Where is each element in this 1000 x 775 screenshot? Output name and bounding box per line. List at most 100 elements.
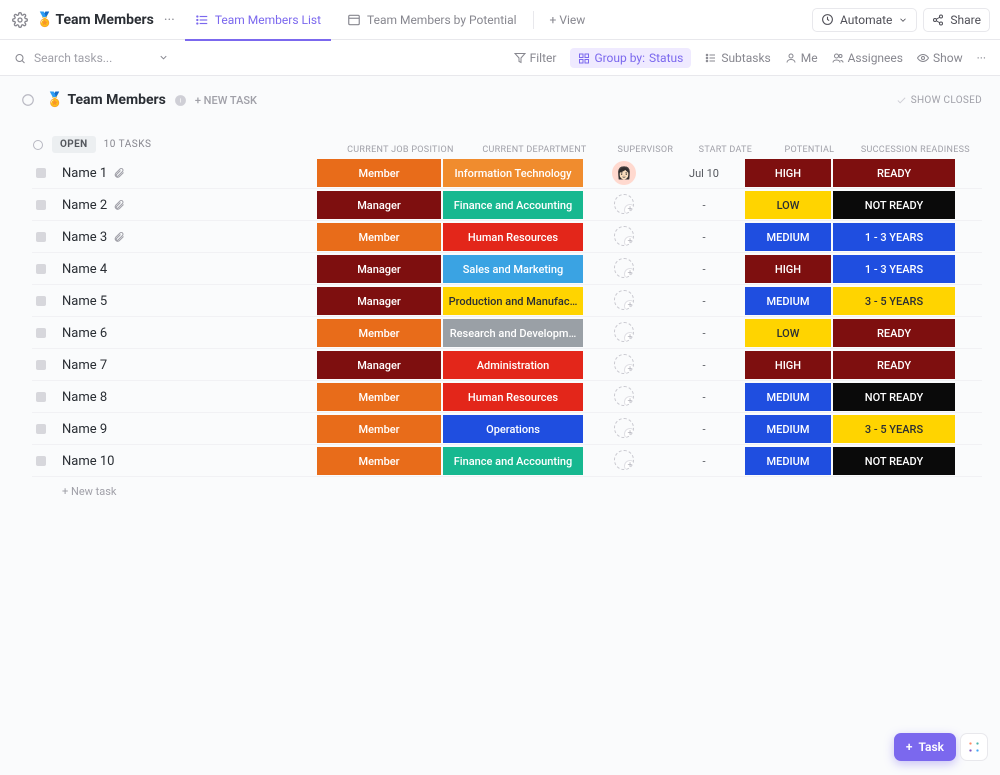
table-row[interactable]: Name 8MemberHuman Resources-MEDIUMNOT RE… — [32, 381, 982, 413]
supervisor-cell[interactable]: 👩🏻 — [584, 161, 664, 185]
status-square-icon[interactable] — [36, 232, 46, 242]
position-tag[interactable]: Manager — [317, 351, 441, 379]
readiness-tag[interactable]: 1 - 3 YEARS — [833, 255, 955, 283]
attachment-icon[interactable] — [113, 199, 125, 211]
assign-avatar-icon[interactable] — [614, 290, 634, 310]
supervisor-cell[interactable] — [584, 386, 664, 409]
readiness-tag[interactable]: READY — [833, 159, 955, 187]
app-settings-icon[interactable] — [10, 10, 30, 30]
start-date-cell[interactable]: - — [664, 455, 744, 468]
department-tag[interactable]: Administration — [443, 351, 583, 379]
position-tag[interactable]: Member — [317, 223, 441, 251]
potential-tag[interactable]: HIGH — [745, 159, 831, 187]
supervisor-cell[interactable] — [584, 258, 664, 281]
department-tag[interactable]: Sales and Marketing — [443, 255, 583, 283]
potential-tag[interactable]: MEDIUM — [745, 223, 831, 251]
column-header[interactable]: CURRENT JOB POSITION — [337, 145, 463, 155]
assign-avatar-icon[interactable] — [614, 226, 634, 246]
position-tag[interactable]: Member — [317, 383, 441, 411]
show-closed-button[interactable]: SHOW CLOSED — [896, 95, 982, 106]
department-tag[interactable]: Research and Developm… — [443, 319, 583, 347]
section-collapse-icon[interactable] — [18, 90, 38, 110]
position-tag[interactable]: Member — [317, 415, 441, 443]
column-header[interactable]: START DATE — [685, 145, 765, 155]
position-tag[interactable]: Member — [317, 159, 441, 187]
start-date-cell[interactable]: - — [664, 327, 744, 340]
position-tag[interactable]: Manager — [317, 255, 441, 283]
column-header[interactable]: SUCCESSION READINESS — [853, 145, 977, 155]
info-icon[interactable]: i — [174, 94, 187, 107]
automate-button[interactable]: Automate — [812, 8, 917, 32]
potential-tag[interactable]: MEDIUM — [745, 383, 831, 411]
assign-avatar-icon[interactable] — [614, 450, 634, 470]
status-square-icon[interactable] — [36, 264, 46, 274]
start-date-cell[interactable]: - — [664, 423, 744, 436]
status-square-icon[interactable] — [36, 456, 46, 466]
assign-avatar-icon[interactable] — [614, 354, 634, 374]
table-row[interactable]: Name 7ManagerAdministration-HIGHREADY — [32, 349, 982, 381]
chevron-down-icon[interactable] — [158, 52, 170, 64]
new-task-row[interactable]: + New task — [32, 477, 982, 498]
avatar[interactable]: 👩🏻 — [612, 161, 636, 185]
supervisor-cell[interactable] — [584, 194, 664, 217]
attachment-icon[interactable] — [113, 167, 125, 179]
task-name-cell[interactable]: Name 9 — [56, 422, 316, 437]
position-tag[interactable]: Member — [317, 447, 441, 475]
search-input[interactable] — [32, 50, 152, 66]
assignees-button[interactable]: Assignees — [832, 51, 903, 65]
task-name-cell[interactable]: Name 8 — [56, 390, 316, 405]
status-square-icon[interactable] — [36, 200, 46, 210]
readiness-tag[interactable]: 1 - 3 YEARS — [833, 223, 955, 251]
readiness-tag[interactable]: READY — [833, 351, 955, 379]
assign-avatar-icon[interactable] — [614, 258, 634, 278]
show-button[interactable]: Show — [917, 51, 963, 65]
breadcrumb[interactable]: 🏅 Team Members — [36, 12, 154, 28]
start-date-cell[interactable]: - — [664, 295, 744, 308]
section-title[interactable]: 🏅 Team Members — [46, 92, 166, 108]
readiness-tag[interactable]: 3 - 5 YEARS — [833, 415, 955, 443]
table-row[interactable]: Name 9MemberOperations -MEDIUM3 - 5 YEARS — [32, 413, 982, 445]
department-tag[interactable]: Operations — [443, 415, 583, 443]
status-square-icon[interactable] — [36, 168, 46, 178]
position-tag[interactable]: Manager — [317, 191, 441, 219]
filter-button[interactable]: Filter — [514, 51, 557, 65]
task-name-cell[interactable]: Name 4 — [56, 262, 316, 277]
status-square-icon[interactable] — [36, 296, 46, 306]
readiness-tag[interactable]: NOT READY — [833, 191, 955, 219]
readiness-tag[interactable]: NOT READY — [833, 447, 955, 475]
group-by-button[interactable]: Group by: Status — [570, 48, 691, 68]
department-tag[interactable]: Finance and Accounting — [443, 191, 583, 219]
assign-avatar-icon[interactable] — [614, 322, 634, 342]
potential-tag[interactable]: MEDIUM — [745, 447, 831, 475]
toolbar-more-icon[interactable]: ··· — [977, 51, 986, 65]
potential-tag[interactable]: LOW — [745, 319, 831, 347]
readiness-tag[interactable]: READY — [833, 319, 955, 347]
start-date-cell[interactable]: - — [664, 231, 744, 244]
supervisor-cell[interactable] — [584, 290, 664, 313]
view-tab-list[interactable]: Team Members List — [185, 0, 331, 40]
task-name-cell[interactable]: Name 10 — [56, 454, 316, 469]
new-task-button[interactable]: + NEW TASK — [195, 94, 257, 107]
start-date-cell[interactable]: Jul 10 — [664, 167, 744, 180]
potential-tag[interactable]: MEDIUM — [745, 287, 831, 315]
supervisor-cell[interactable] — [584, 354, 664, 377]
status-square-icon[interactable] — [36, 328, 46, 338]
start-date-cell[interactable]: - — [664, 263, 744, 276]
potential-tag[interactable]: HIGH — [745, 255, 831, 283]
supervisor-cell[interactable] — [584, 450, 664, 473]
potential-tag[interactable]: MEDIUM — [745, 415, 831, 443]
task-name-cell[interactable]: Name 5 — [56, 294, 316, 309]
table-row[interactable]: Name 3MemberHuman Resources-MEDIUM1 - 3 … — [32, 221, 982, 253]
group-collapse-icon[interactable] — [32, 139, 44, 151]
float-apps-button[interactable] — [960, 733, 988, 761]
table-row[interactable]: Name 2ManagerFinance and Accounting-LOWN… — [32, 189, 982, 221]
task-name-cell[interactable]: Name 6 — [56, 326, 316, 341]
share-button[interactable]: Share — [923, 8, 990, 32]
add-view-button[interactable]: + View — [540, 0, 596, 40]
table-row[interactable]: Name 1MemberInformation Technology👩🏻Jul … — [32, 157, 982, 189]
potential-tag[interactable]: LOW — [745, 191, 831, 219]
table-row[interactable]: Name 10MemberFinance and Accounting-MEDI… — [32, 445, 982, 477]
assign-avatar-icon[interactable] — [614, 418, 634, 438]
column-header[interactable]: POTENTIAL — [765, 145, 853, 155]
status-square-icon[interactable] — [36, 424, 46, 434]
